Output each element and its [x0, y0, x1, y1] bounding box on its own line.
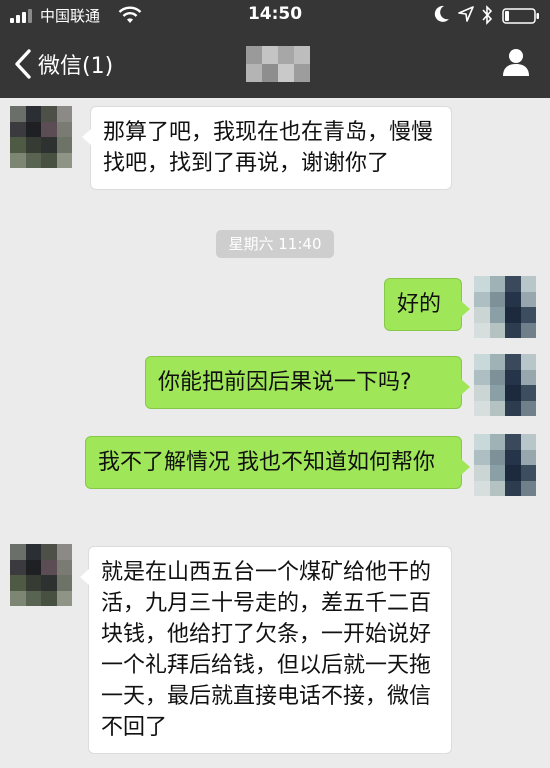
contact-avatar[interactable] — [10, 106, 72, 168]
contact-avatar[interactable] — [10, 544, 72, 606]
message-bubble-outgoing[interactable]: 你能把前因后果说一下吗? — [145, 356, 470, 409]
back-button-label: 微信(1) — [38, 54, 114, 79]
battery-icon — [502, 8, 539, 24]
user-avatar[interactable] — [474, 276, 536, 338]
status-bar: 中国联通 14:50 — [0, 0, 550, 30]
chevron-left-icon — [15, 49, 31, 79]
user-avatar[interactable] — [474, 434, 536, 496]
message-bubble-outgoing[interactable]: 好的 — [384, 278, 470, 331]
message-bubble-incoming[interactable]: 就是在山西五台一个煤矿给他干的活，九月三十号走的，差五千二百块钱，他给打了欠条，… — [80, 546, 452, 754]
person-icon[interactable] — [500, 46, 532, 78]
nav-bar: 微信(1) — [0, 30, 550, 98]
back-button[interactable]: 微信(1) — [12, 44, 113, 84]
message-bubble-outgoing[interactable]: 我不了解情况 我也不知道如何帮你 — [85, 436, 470, 489]
user-avatar[interactable] — [474, 354, 536, 416]
moon-icon — [434, 5, 449, 22]
location-icon — [458, 6, 474, 22]
message-bubble-incoming[interactable]: 那算了吧，我现在也在青岛，慢慢找吧，找到了再说，谢谢你了 — [82, 106, 452, 190]
header: 中国联通 14:50 微信(1) — [0, 0, 550, 98]
chat-area[interactable]: 那算了吧，我现在也在青岛，慢慢找吧，找到了再说，谢谢你了 星期六 11:40 好… — [0, 98, 550, 768]
message-timestamp: 星期六 11:40 — [216, 230, 334, 258]
bluetooth-icon — [482, 5, 493, 25]
chat-title-blurred — [246, 46, 310, 82]
